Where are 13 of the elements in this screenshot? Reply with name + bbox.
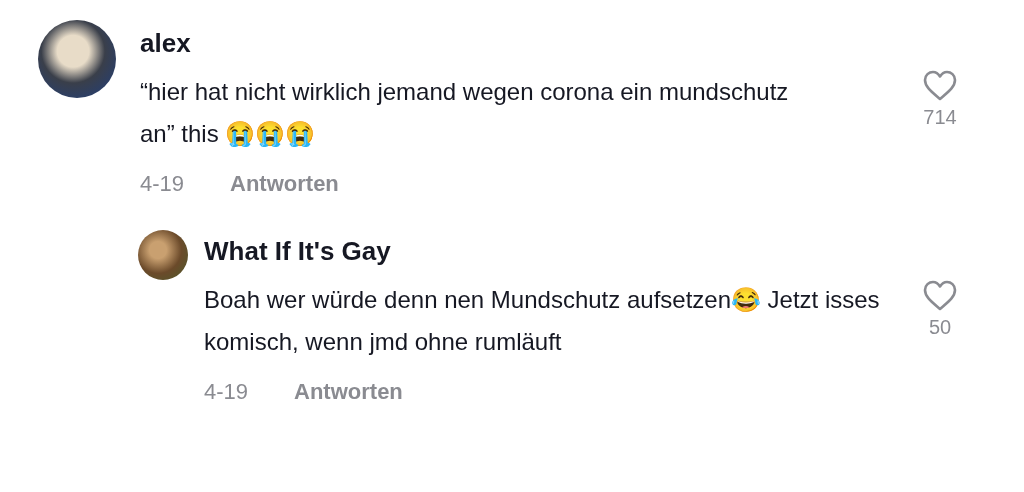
username: What If It's Gay: [204, 236, 392, 268]
reply-button[interactable]: Antworten: [294, 375, 403, 409]
heart-icon[interactable]: [922, 280, 958, 313]
like-count: 714: [923, 105, 957, 130]
comment-text: “hier hat nicht wirklich jemand wegen corona ein mundschutz an” this 😭😭😭: [140, 77, 790, 150]
reply-button[interactable]: Antworten: [230, 167, 339, 201]
comment-date: 4-19: [204, 378, 249, 407]
avatar: [138, 230, 188, 281]
username: alex: [140, 28, 192, 60]
heart-icon[interactable]: [922, 70, 958, 102]
comment-text: Boah wer würde denn nen Mundschutz aufsetzen😂 Jetzt isses komisch, wenn jmd ohne rumläuft: [204, 285, 881, 358]
comment-date: 4-19: [140, 170, 185, 199]
like-count: 50: [928, 315, 952, 341]
